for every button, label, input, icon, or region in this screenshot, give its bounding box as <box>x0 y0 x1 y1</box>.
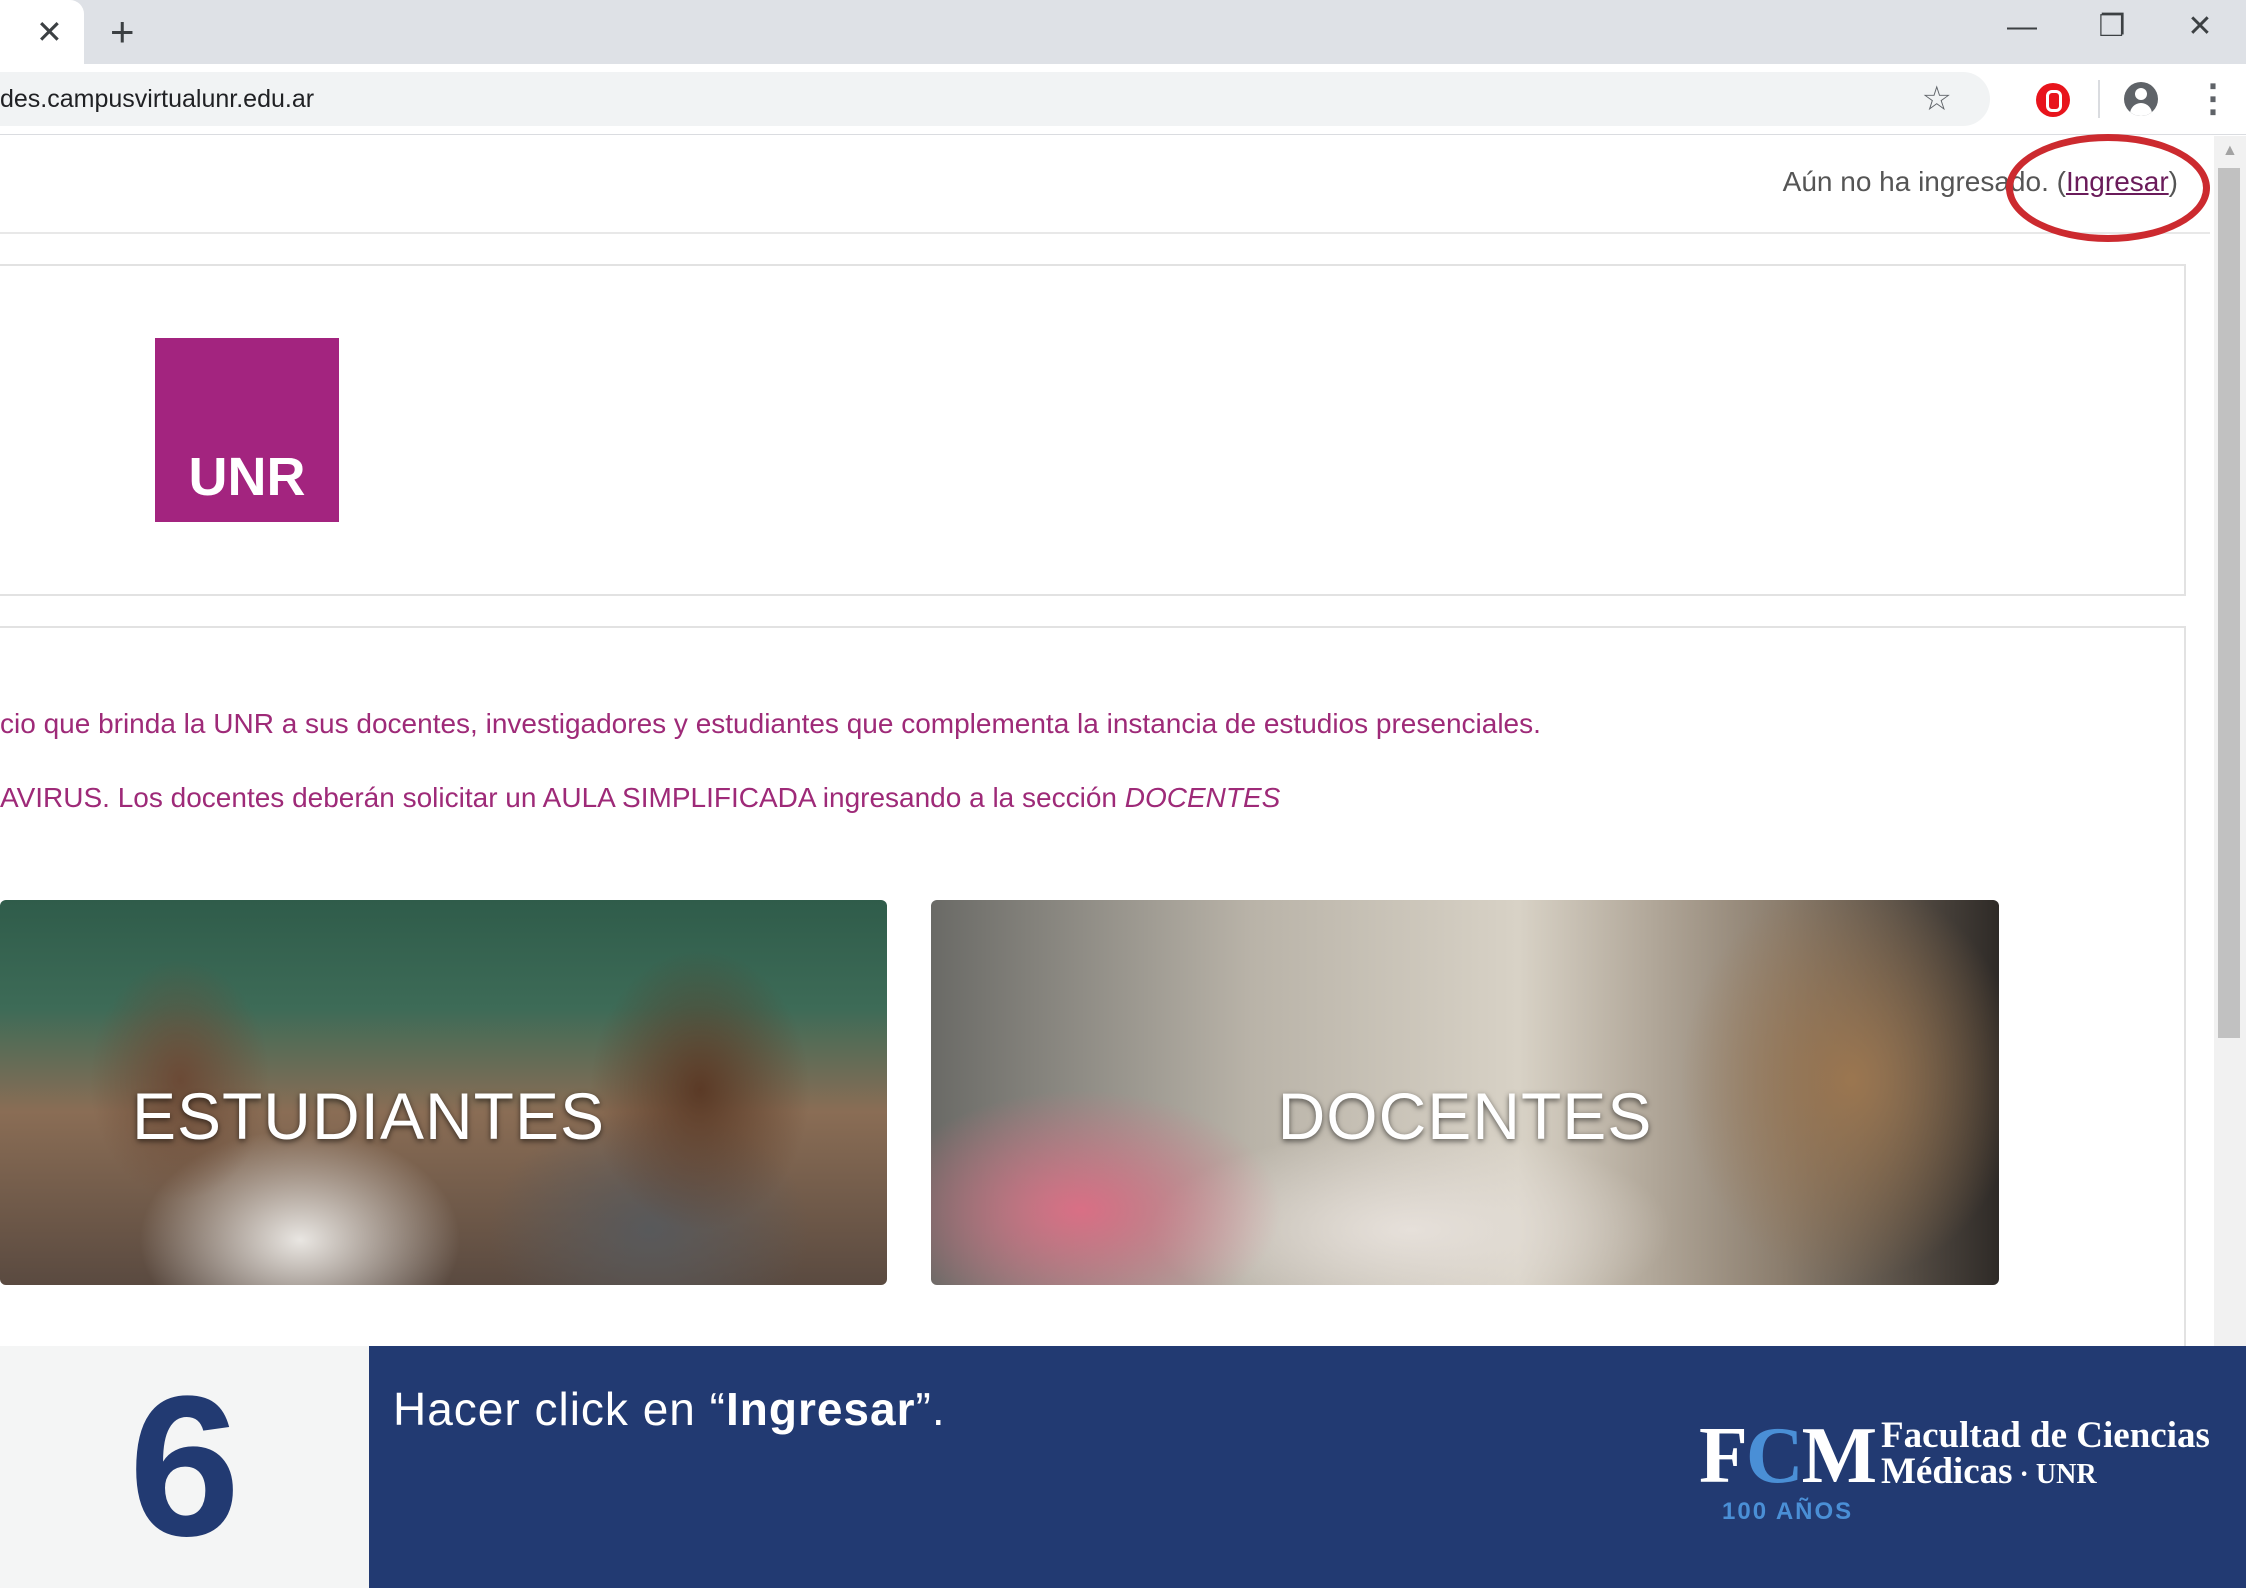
fcm-years: 100 AÑOS <box>1722 1498 1854 1525</box>
fcm-unr: UNR <box>2035 1459 2097 1490</box>
highlight-circle <box>2006 134 2210 242</box>
active-tab[interactable]: ✕ <box>0 0 84 64</box>
bookmark-star-icon[interactable]: ☆ <box>1922 72 1952 126</box>
browser-toolbar: des.campusvirtualunr.edu.ar ☆ <box>0 64 2246 135</box>
estudiantes-card[interactable]: ESTUDIANTES <box>0 900 887 1285</box>
unr-logo[interactable]: UNR <box>155 338 339 522</box>
tab-close-icon[interactable]: ✕ <box>36 12 63 52</box>
fcm-sep: · <box>2012 1459 2036 1490</box>
fcm-letter-c: C <box>1745 1412 1804 1500</box>
page-top-bar: Aún no ha ingresado. (Ingresar) <box>0 136 2210 234</box>
scrollbar-thumb[interactable] <box>2218 168 2240 1038</box>
instruction-before: Hacer click en “ <box>393 1383 726 1435</box>
fcm-line2: Médicas · UNR <box>1881 1451 2210 1493</box>
fcm-letter-f: F <box>1699 1412 1748 1500</box>
logo-text: UNR <box>188 447 306 507</box>
instruction-text: Hacer click en “Ingresar”. <box>393 1382 946 1436</box>
restore-button[interactable]: ❐ <box>2072 0 2152 54</box>
instruction-bold: Ingresar <box>725 1383 916 1435</box>
fcm-line1: Facultad de Ciencias <box>1881 1415 2210 1456</box>
toolbar-divider <box>2098 80 2100 118</box>
instruction-after: ”. <box>915 1383 946 1435</box>
docentes-section-ref: DOCENTES <box>1124 782 1281 813</box>
extension-shield-icon[interactable] <box>2036 83 2070 117</box>
intro-paragraph-2: AVIRUS. Los docentes deberán solicitar u… <box>0 782 1280 814</box>
fcm-name: Facultad de Ciencias Médicas · UNR <box>1881 1415 2210 1493</box>
minimize-button[interactable]: — <box>1982 0 2062 54</box>
instruction-banner: Hacer click en “Ingresar”. FCM Facultad … <box>369 1346 2246 1588</box>
address-bar[interactable]: des.campusvirtualunr.edu.ar ☆ <box>0 72 1990 126</box>
fcm-logo: FCM <box>1699 1416 1877 1496</box>
url-text[interactable]: des.campusvirtualunr.edu.ar <box>0 72 314 126</box>
estudiantes-label: ESTUDIANTES <box>131 1079 606 1153</box>
step-number-panel: 6 <box>0 1346 369 1588</box>
intro-paragraph-2-text: AVIRUS. Los docentes deberán solicitar u… <box>0 782 1125 813</box>
fcm-medicas: Médicas <box>1881 1451 2013 1492</box>
step-number: 6 <box>128 1355 241 1578</box>
scroll-up-arrow-icon[interactable]: ▲ <box>2222 142 2238 160</box>
profile-icon[interactable] <box>2124 82 2158 116</box>
intro-paragraph-1: cio que brinda la UNR a sus docentes, in… <box>0 708 1541 739</box>
browser-menu-icon[interactable]: ⋮ <box>2194 74 2232 124</box>
new-tab-button[interactable]: + <box>110 10 135 54</box>
close-window-button[interactable]: ✕ <box>2160 0 2240 54</box>
docentes-label: DOCENTES <box>1277 1079 1653 1153</box>
tab-strip: ✕ + — ❐ ✕ <box>0 0 2246 64</box>
fcm-letter-m: M <box>1801 1412 1878 1500</box>
docentes-card[interactable]: DOCENTES <box>931 900 1999 1285</box>
